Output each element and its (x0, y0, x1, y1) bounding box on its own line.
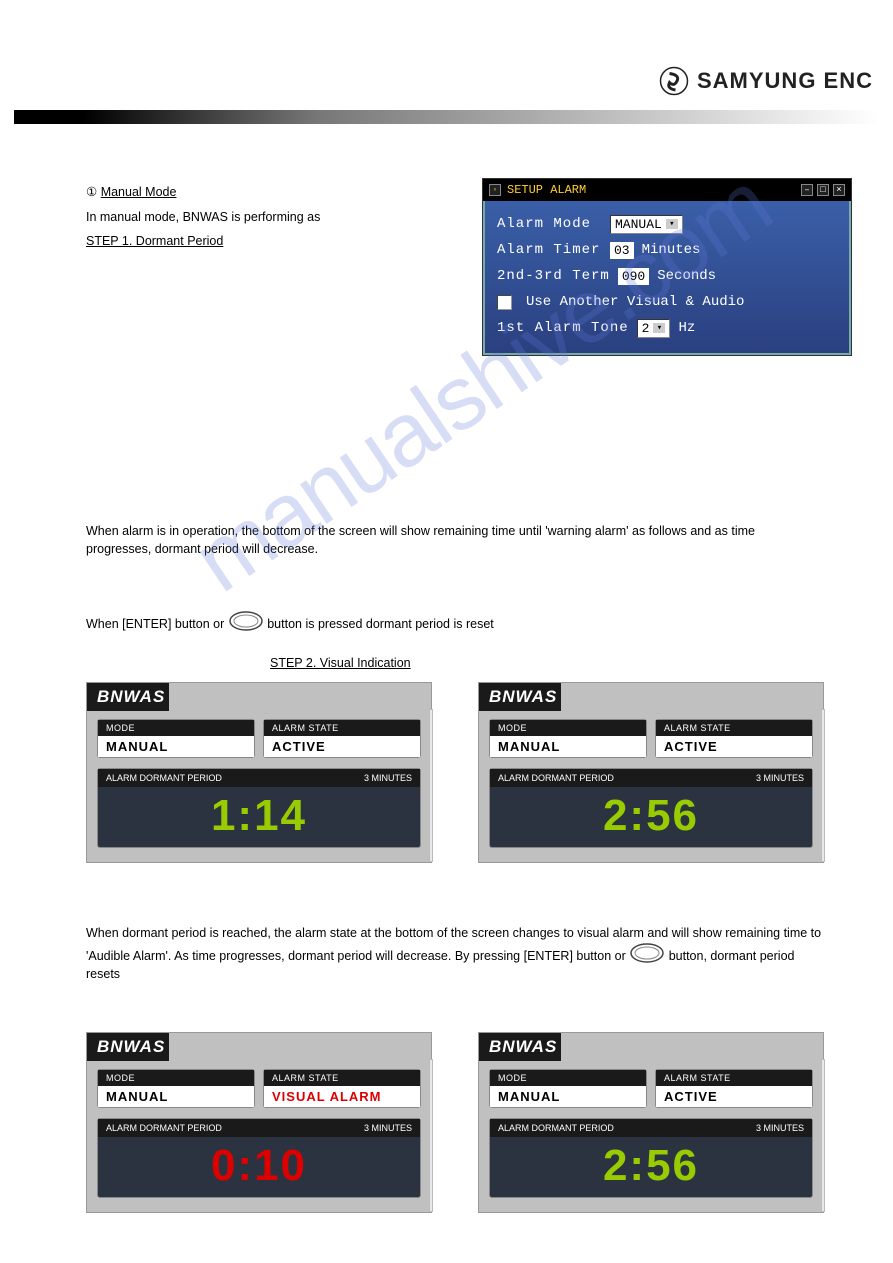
panel-scrollbar[interactable] (429, 709, 433, 862)
alarm-mode-label: Alarm Mode (497, 216, 602, 232)
state-box: ALARM STATE VISUAL ALARM (263, 1069, 421, 1108)
period-minutes: 3 MINUTES (364, 1123, 412, 1133)
setup-alarm-titlebar: ◦ SETUP ALARM – □ × (483, 179, 851, 201)
state-header: ALARM STATE (264, 1070, 420, 1086)
dormant-period-box: ALARM DORMANT PERIOD 3 MINUTES 0:10 (97, 1118, 421, 1198)
alarm-mode-select[interactable]: MANUAL▾ (610, 215, 683, 234)
bnwas-panel-2: BNWAS MODE MANUAL ALARM STATE ACTIVE ALA… (478, 682, 824, 863)
setup-alarm-body: Alarm Mode MANUAL▾ Alarm Timer 03 Minute… (483, 201, 851, 355)
period-minutes: 3 MINUTES (756, 773, 804, 783)
period-time: 1:14 (98, 787, 420, 847)
state-value: VISUAL ALARM (264, 1086, 420, 1107)
chevron-down-icon: ▾ (666, 219, 678, 229)
mode-heading-line: ① Manual Mode (86, 183, 466, 201)
mode-value: MANUAL (490, 736, 646, 757)
step1-body: When alarm is in operation, the bottom o… (86, 522, 806, 558)
mode-box: MODE MANUAL (97, 1069, 255, 1108)
header-gradient-bar (14, 110, 879, 124)
bnwas-panel-3: BNWAS MODE MANUAL ALARM STATE VISUAL ALA… (86, 1032, 432, 1213)
term-unit: Seconds (657, 268, 716, 284)
panel-scrollbar[interactable] (821, 709, 825, 862)
state-box: ALARM STATE ACTIVE (263, 719, 421, 758)
step2-body: When dormant period is reached, the alar… (86, 924, 826, 983)
mode-header: MODE (98, 1070, 254, 1086)
use-another-label: Use Another Visual & Audio (526, 294, 744, 310)
period-minutes: 3 MINUTES (364, 773, 412, 783)
window-max-icon[interactable]: □ (817, 184, 829, 196)
tone-unit: Hz (678, 320, 695, 336)
panel-scrollbar[interactable] (429, 1059, 433, 1212)
state-box: ALARM STATE ACTIVE (655, 719, 813, 758)
state-header: ALARM STATE (656, 720, 812, 736)
dormant-period-box: ALARM DORMANT PERIOD 3 MINUTES 1:14 (97, 768, 421, 848)
bnwas-title: BNWAS (479, 683, 561, 711)
alarm-timer-unit: Minutes (642, 242, 701, 258)
intro-text: In manual mode, BNWAS is performing as (86, 208, 466, 226)
mode-header: MODE (490, 720, 646, 736)
period-time: 2:56 (490, 787, 812, 847)
brand-text: SAMYUNG ENC (697, 68, 873, 94)
state-value: ACTIVE (656, 736, 812, 757)
panel-scrollbar[interactable] (821, 1059, 825, 1212)
period-label: ALARM DORMANT PERIOD (106, 1123, 222, 1133)
step1-heading: STEP 1. Dormant Period (86, 232, 466, 250)
window-menu-icon[interactable]: ◦ (489, 184, 501, 196)
term-label: 2nd-3rd Term (497, 268, 610, 284)
dormant-period-box: ALARM DORMANT PERIOD 3 MINUTES 2:56 (489, 1118, 813, 1198)
mode-header: MODE (98, 720, 254, 736)
enter-oval-icon (629, 942, 665, 964)
setup-alarm-title: SETUP ALARM (507, 183, 586, 197)
enter-prompt-line: When [ENTER] button or button is pressed… (86, 610, 806, 633)
alarm-timer-label: Alarm Timer (497, 242, 602, 258)
chevron-down-icon: ▾ (653, 323, 665, 333)
state-header: ALARM STATE (264, 720, 420, 736)
enter-oval-icon (228, 610, 264, 632)
alarm-timer-input[interactable]: 03 (610, 242, 634, 259)
state-box: ALARM STATE ACTIVE (655, 1069, 813, 1108)
period-label: ALARM DORMANT PERIOD (106, 773, 222, 783)
mode-value: MANUAL (98, 1086, 254, 1107)
bnwas-panel-4: BNWAS MODE MANUAL ALARM STATE ACTIVE ALA… (478, 1032, 824, 1213)
bnwas-panel-1: BNWAS MODE MANUAL ALARM STATE ACTIVE ALA… (86, 682, 432, 863)
state-value: ACTIVE (264, 736, 420, 757)
manual-mode-label: Manual Mode (101, 185, 177, 199)
period-minutes: 3 MINUTES (756, 1123, 804, 1133)
tone-select[interactable]: 2▾ (637, 319, 671, 338)
period-time: 0:10 (98, 1137, 420, 1197)
window-close-icon[interactable]: × (833, 184, 845, 196)
mode-value: MANUAL (98, 736, 254, 757)
mode-value: MANUAL (490, 1086, 646, 1107)
use-another-checkbox[interactable] (497, 295, 512, 310)
bnwas-title: BNWAS (87, 683, 169, 711)
setup-alarm-window: ◦ SETUP ALARM – □ × Alarm Mode MANUAL▾ A… (482, 178, 852, 356)
state-header: ALARM STATE (656, 1070, 812, 1086)
mode-box: MODE MANUAL (489, 1069, 647, 1108)
state-value: ACTIVE (656, 1086, 812, 1107)
mode-header: MODE (490, 1070, 646, 1086)
term-input[interactable]: 090 (618, 268, 649, 285)
period-label: ALARM DORMANT PERIOD (498, 773, 614, 783)
tone-label: 1st Alarm Tone (497, 320, 629, 336)
brand: SAMYUNG ENC (659, 66, 873, 96)
bnwas-title: BNWAS (87, 1033, 169, 1061)
window-min-icon[interactable]: – (801, 184, 813, 196)
step2-heading: STEP 2. Visual Indication (270, 654, 411, 672)
period-label: ALARM DORMANT PERIOD (498, 1123, 614, 1133)
dormant-period-box: ALARM DORMANT PERIOD 3 MINUTES 2:56 (489, 768, 813, 848)
period-time: 2:56 (490, 1137, 812, 1197)
bnwas-title: BNWAS (479, 1033, 561, 1061)
brand-logo-icon (659, 66, 689, 96)
mode-box: MODE MANUAL (489, 719, 647, 758)
mode-box: MODE MANUAL (97, 719, 255, 758)
